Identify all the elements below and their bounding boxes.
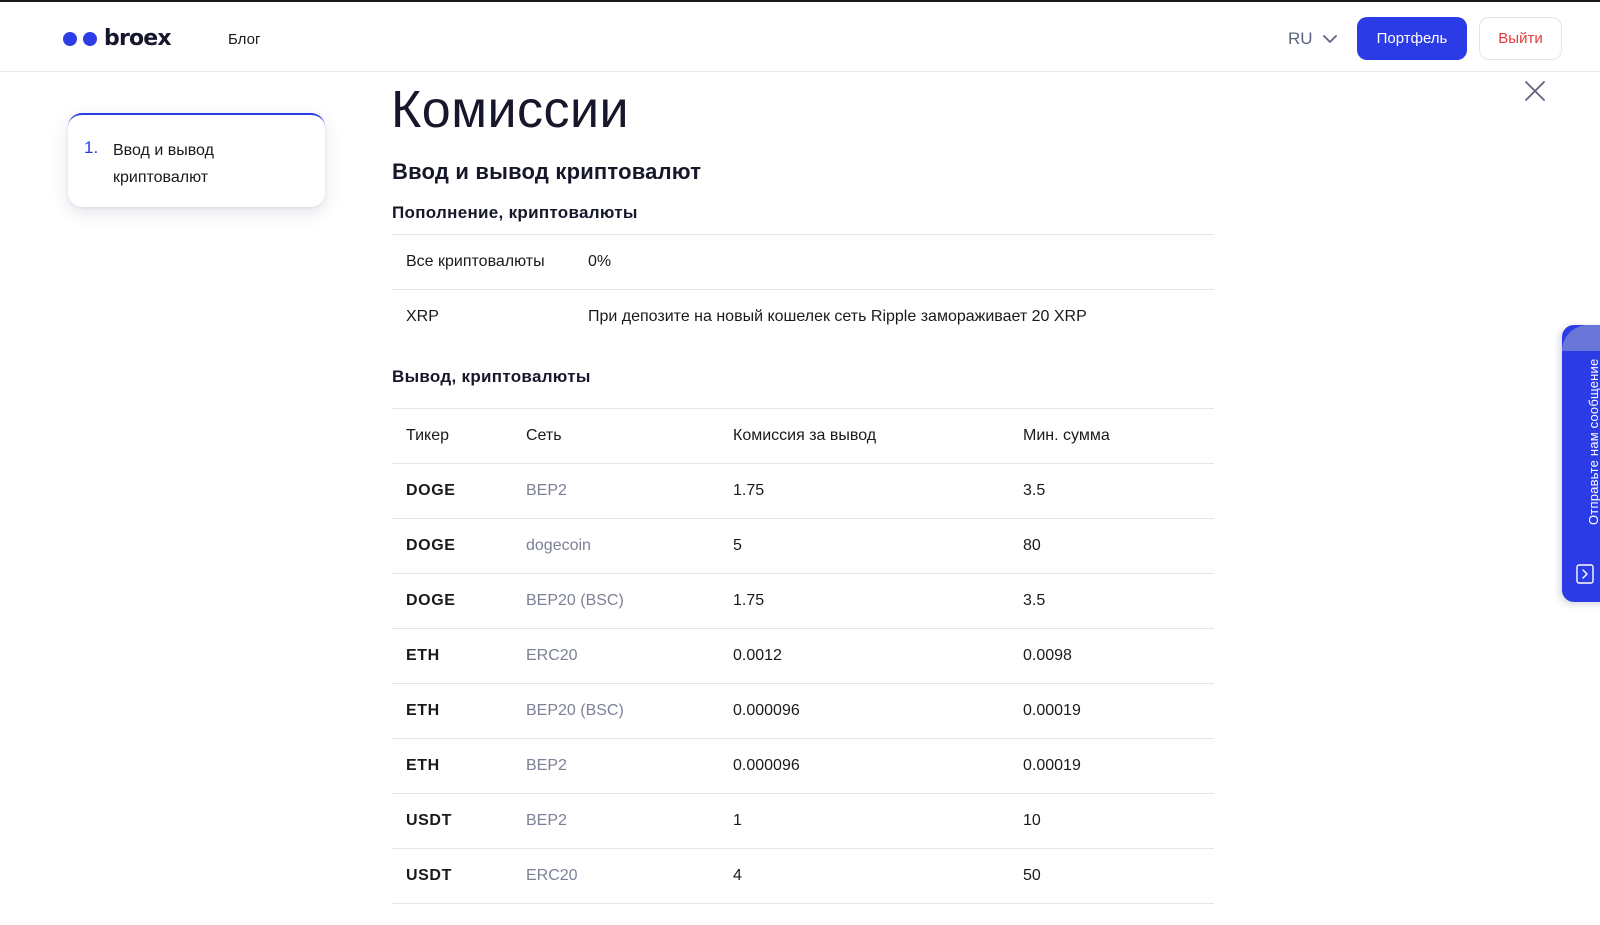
table-row: USDT BEP2 1 10 [392, 793, 1214, 849]
ticker-cell: ETH [392, 738, 526, 794]
column-header-fee: Комиссия за вывод [733, 408, 1023, 464]
table-row: DOGE dogecoin 5 80 [392, 518, 1214, 574]
nav-link-blog[interactable]: Блог [228, 30, 260, 50]
ticker-cell: DOGE [392, 573, 526, 629]
logo-text: broex [104, 26, 172, 51]
page-title: Комиссии [391, 81, 630, 139]
logout-button[interactable]: Выйти [1479, 17, 1562, 60]
deposit-currency: XRP [392, 289, 588, 345]
language-selector[interactable]: RU [1288, 26, 1337, 52]
network-cell: dogecoin [526, 518, 733, 574]
min-amount-cell: 10 [1023, 793, 1214, 849]
column-header-min-amount: Мин. сумма [1023, 408, 1214, 464]
min-amount-cell: 0.00019 [1023, 738, 1214, 794]
section-title: Ввод и вывод криптовалют [392, 159, 702, 184]
fee-cell: 0.000096 [733, 683, 1023, 739]
network-cell: ERC20 [526, 628, 733, 684]
fee-cell: 1.75 [733, 463, 1023, 519]
message-arrow-icon [1576, 564, 1594, 584]
ticker-cell: ETH [392, 628, 526, 684]
fee-cell: 5 [733, 518, 1023, 574]
deposit-table: Все криптовалюты 0% XRP При депозите на … [392, 234, 1214, 345]
fee-cell: 1 [733, 793, 1023, 849]
table-row: ETH BEP2 0.000096 0.00019 [392, 738, 1214, 794]
ticker-cell: DOGE [392, 463, 526, 519]
deposit-fee: 0% [588, 234, 1214, 290]
deposit-currency: Все криптовалюты [392, 234, 588, 290]
fee-cell: 4 [733, 848, 1023, 904]
min-amount-cell: 0.0098 [1023, 628, 1214, 684]
min-amount-cell: 3.5 [1023, 573, 1214, 629]
min-amount-cell: 80 [1023, 518, 1214, 574]
ticker-cell: USDT [392, 848, 526, 904]
withdraw-subtitle: Вывод, криптовалюты [392, 367, 591, 386]
network-cell: BEP20 (BSC) [526, 683, 733, 739]
language-label: RU [1288, 29, 1313, 48]
logo-dot-icon [83, 32, 97, 46]
min-amount-cell: 50 [1023, 848, 1214, 904]
deposit-fee: При депозите на новый кошелек сеть Rippl… [588, 289, 1214, 345]
feedback-widget[interactable]: Отправьте нам сообщение [1562, 325, 1600, 602]
portfolio-button[interactable]: Портфель [1357, 17, 1467, 60]
fee-cell: 0.0012 [733, 628, 1023, 684]
toc-item-crypto-deposit-withdraw[interactable]: 1. Ввод и вывод криптовалют [68, 113, 325, 207]
network-cell: BEP2 [526, 793, 733, 849]
network-cell: BEP20 (BSC) [526, 573, 733, 629]
network-cell: BEP2 [526, 738, 733, 794]
feedback-label: Отправьте нам сообщение [1586, 358, 1600, 525]
network-cell: ERC20 [526, 848, 733, 904]
close-button[interactable] [1522, 78, 1548, 104]
network-cell: BEP2 [526, 463, 733, 519]
ticker-cell: USDT [392, 793, 526, 849]
broex-logo[interactable]: broex [63, 24, 172, 54]
top-header: broex Блог RU Портфель Выйти [0, 0, 1600, 72]
fee-cell: 1.75 [733, 573, 1023, 629]
table-row: ETH BEP20 (BSC) 0.000096 0.00019 [392, 683, 1214, 739]
table-row: Все криптовалюты 0% [392, 234, 1214, 290]
table-row: USDT ERC20 4 50 [392, 848, 1214, 904]
ticker-cell: ETH [392, 683, 526, 739]
toc-item-label: Ввод и вывод криптовалют [113, 142, 214, 186]
min-amount-cell: 3.5 [1023, 463, 1214, 519]
logo-dot-icon [63, 32, 77, 46]
table-row: DOGE BEP20 (BSC) 1.75 3.5 [392, 573, 1214, 629]
toc-item-number: 1. [84, 138, 99, 157]
close-icon [1525, 81, 1545, 101]
table-header-row: Тикер Сеть Комиссия за вывод Мин. сумма [392, 408, 1214, 464]
withdraw-table: Тикер Сеть Комиссия за вывод Мин. сумма … [392, 408, 1214, 904]
deposit-subtitle: Пополнение, криптовалюты [392, 203, 638, 222]
table-row: XRP При депозите на новый кошелек сеть R… [392, 289, 1214, 345]
min-amount-cell: 0.00019 [1023, 683, 1214, 739]
table-row: ETH ERC20 0.0012 0.0098 [392, 628, 1214, 684]
table-row: DOGE BEP2 1.75 3.5 [392, 463, 1214, 519]
fee-cell: 0.000096 [733, 738, 1023, 794]
column-header-ticker: Тикер [392, 408, 526, 464]
column-header-network: Сеть [526, 408, 733, 464]
feedback-widget-cap [1562, 325, 1600, 351]
ticker-cell: DOGE [392, 518, 526, 574]
chevron-down-icon [1322, 34, 1337, 43]
